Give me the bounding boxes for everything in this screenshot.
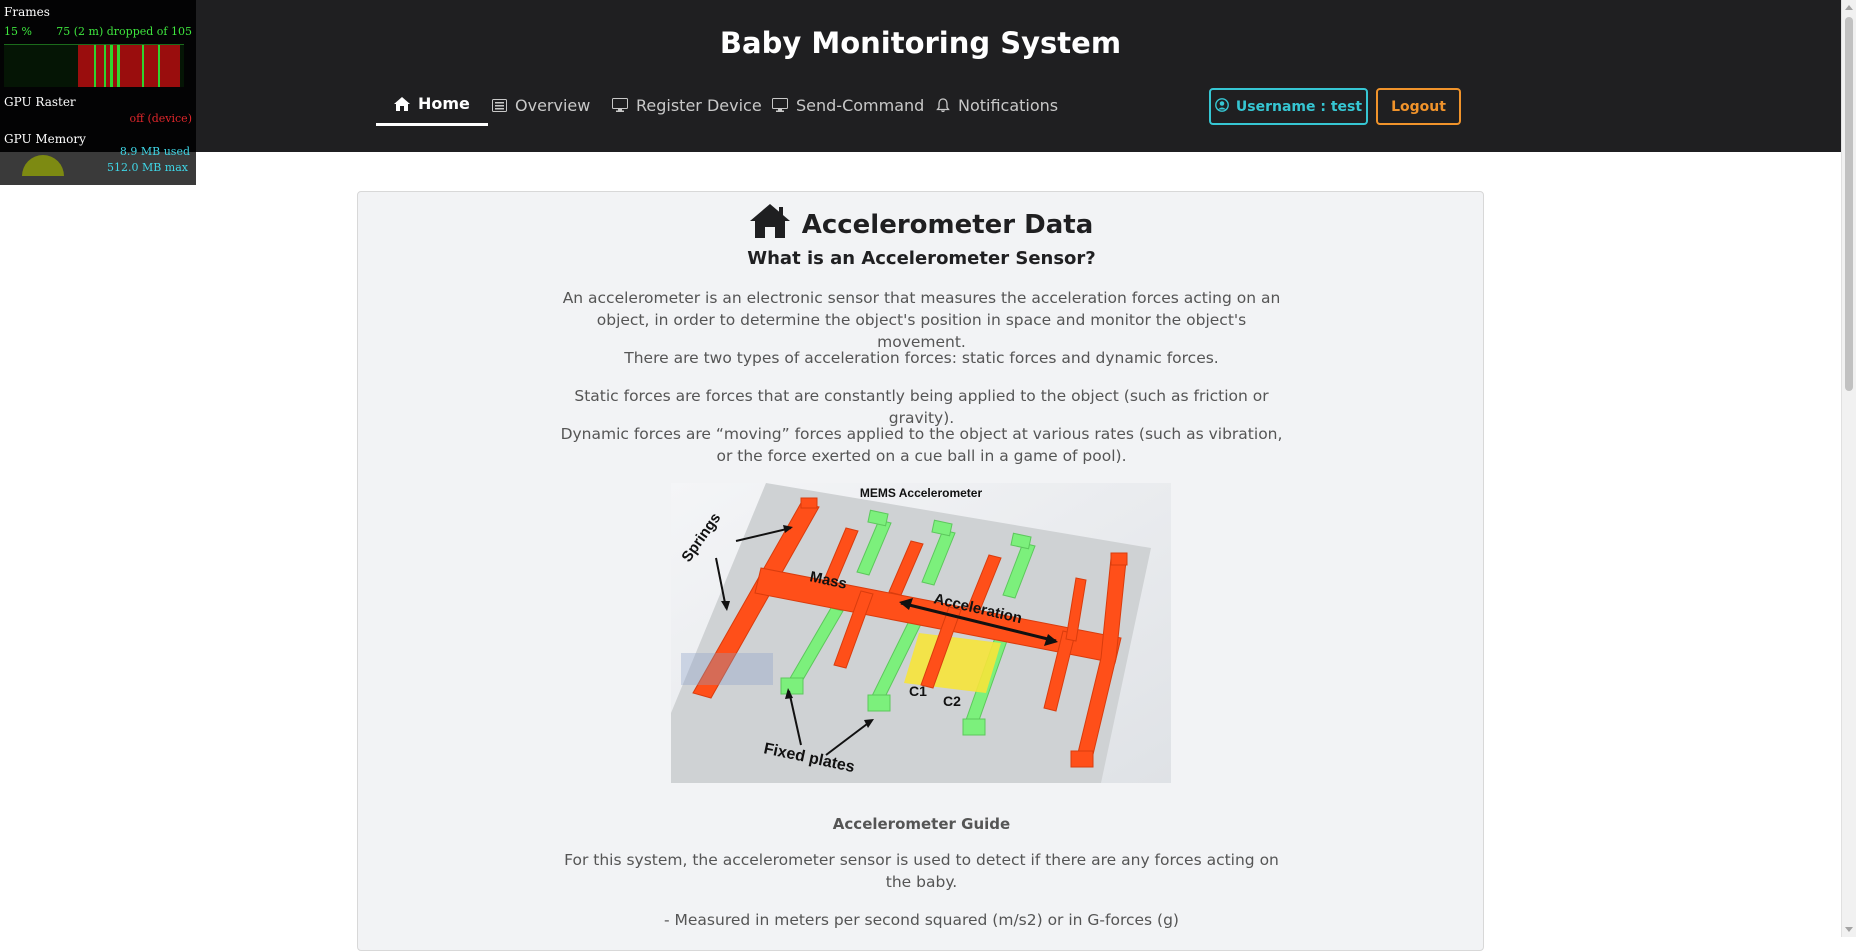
gpu-memory-max: 512.0 MB max	[106, 161, 188, 174]
monitor-icon	[772, 98, 788, 112]
diagram-label-c2: C2	[943, 693, 961, 709]
card-subtitle: What is an Accelerometer Sensor?	[747, 248, 1096, 269]
fps-meter-overlay: Frames 15 % 75 (2 m) dropped of 105 GPU …	[0, 0, 196, 185]
scroll-down-arrow-icon[interactable]	[1845, 927, 1853, 932]
fixed-plate-pad	[962, 718, 986, 736]
list-icon	[492, 98, 507, 112]
scroll-up-arrow-icon[interactable]	[1845, 5, 1853, 10]
watermark-logo	[681, 653, 773, 685]
nav-register-device[interactable]: Register Device	[612, 84, 762, 126]
monitor-icon	[612, 98, 628, 112]
fixed-plate-pad	[867, 694, 891, 712]
bell-icon	[936, 97, 950, 113]
paragraph: There are two types of acceleration forc…	[624, 349, 1219, 367]
nav-notifications-label: Notifications	[958, 95, 1059, 115]
frame-bar	[96, 45, 104, 87]
card-title-row: Accelerometer Data	[358, 204, 1485, 245]
frames-percent: 15 %	[4, 25, 32, 38]
guide-paragraph: For this system, the accelerometer senso…	[564, 851, 1279, 891]
frame-bar	[160, 45, 180, 87]
paragraph: Dynamic forces are “moving” forces appli…	[560, 425, 1283, 465]
fixed-plate-pad	[780, 677, 804, 695]
gpu-raster-label: GPU Raster	[4, 95, 76, 109]
paragraph: An accelerometer is an electronic sensor…	[562, 289, 1281, 351]
frames-graph	[4, 44, 184, 87]
frames-dropped: 75 (2 m) dropped of 105	[56, 25, 192, 38]
nav-register-device-label: Register Device	[636, 95, 762, 115]
diagram-label-c1: C1	[909, 683, 927, 699]
nav-send-command-label: Send-Command	[796, 95, 925, 115]
guide-heading: Accelerometer Guide	[832, 815, 1011, 833]
username-button[interactable]: Username : test	[1209, 88, 1368, 125]
accelerometer-card: Accelerometer Data What is an Accelerome…	[357, 191, 1484, 951]
nav-send-command[interactable]: Send-Command	[772, 84, 924, 126]
nav-overview-label: Overview	[515, 95, 591, 115]
mass-anchor	[1070, 750, 1094, 768]
mems-accelerometer-diagram: MEMS Accelerometer Springs Mass Accelera…	[671, 483, 1171, 783]
frame-bar	[120, 45, 142, 87]
nav-home-label: Home	[418, 94, 470, 113]
mass-anchor	[1110, 552, 1128, 566]
username-label: Username : test	[1235, 98, 1363, 115]
home-icon	[394, 96, 410, 111]
gpu-memory-label: GPU Memory	[4, 132, 86, 146]
scrollbar-thumb[interactable]	[1845, 17, 1853, 391]
top-navbar: Baby Monitoring System Home Overview Reg…	[0, 0, 1841, 152]
guide-paragraph: - Measured in meters per second squared …	[664, 911, 1179, 929]
home-icon	[749, 204, 790, 245]
gpu-memory-used: 8.9 MB used	[119, 145, 190, 158]
frames-label: Frames	[4, 5, 50, 19]
frame-bar	[78, 45, 94, 87]
user-circle-icon	[1215, 97, 1229, 116]
diagram-svg: MEMS Accelerometer Springs Mass Accelera…	[671, 483, 1171, 783]
app-title: Baby Monitoring System	[719, 26, 1122, 60]
gpu-raster-status: off (device)	[129, 112, 192, 125]
logout-button[interactable]: Logout	[1376, 88, 1461, 125]
nav-overview[interactable]: Overview	[492, 84, 590, 126]
card-title: Accelerometer Data	[801, 209, 1094, 240]
diagram-title: MEMS Accelerometer	[860, 486, 983, 500]
frame-bar	[144, 45, 158, 87]
page-scrollbar[interactable]	[1841, 0, 1856, 937]
mass-anchor	[800, 497, 818, 509]
nav-notifications[interactable]: Notifications	[936, 84, 1058, 126]
nav-home[interactable]: Home	[376, 84, 488, 126]
